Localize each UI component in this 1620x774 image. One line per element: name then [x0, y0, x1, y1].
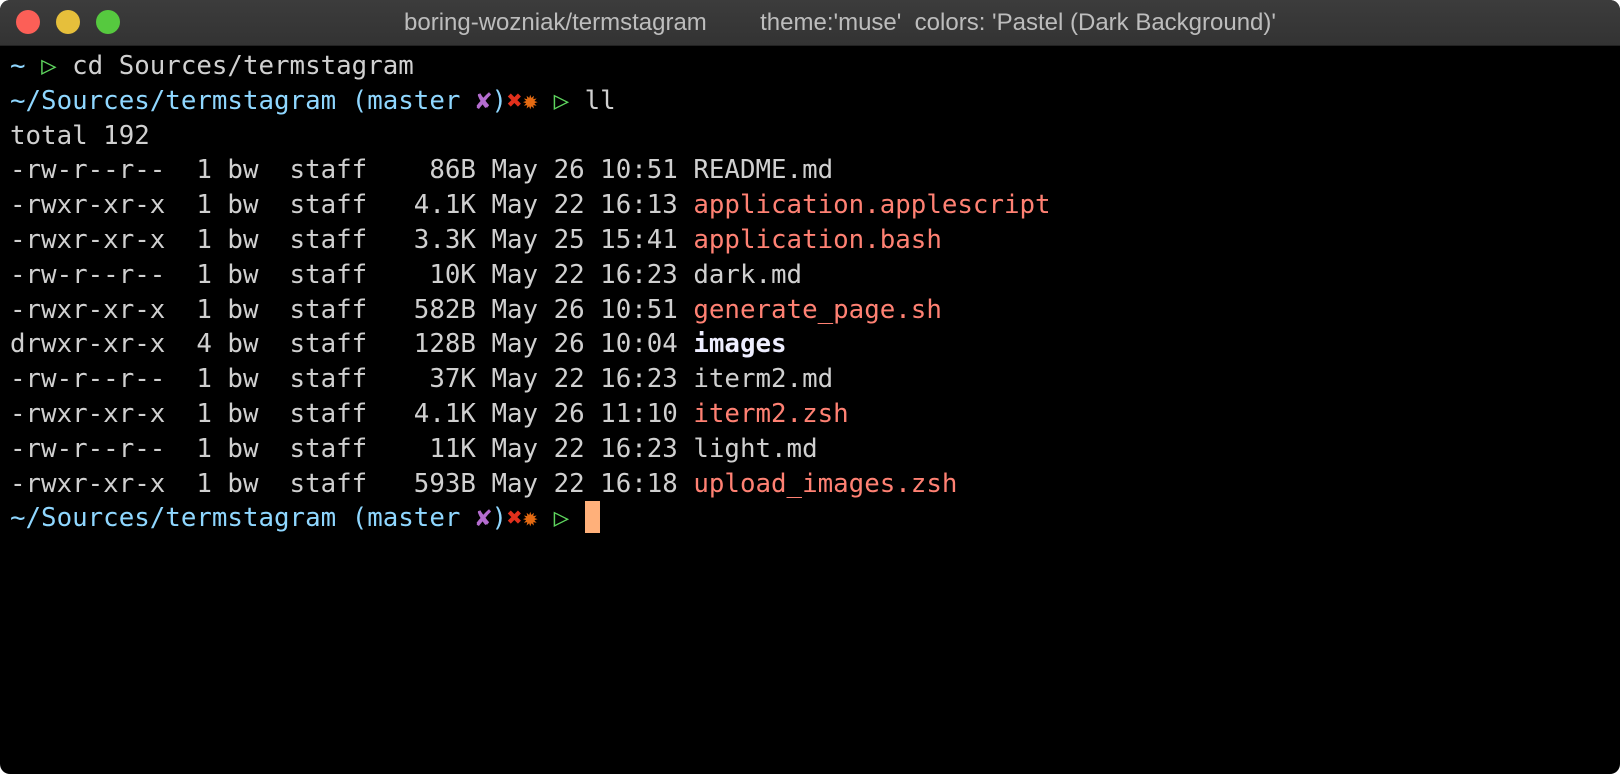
file-meta: drwxr-xr-x 4 bw staff 128B May 26 10:04 — [10, 329, 694, 360]
file-row: -rw-r--r-- 1 bw staff 10K May 22 16:23 d… — [10, 258, 1620, 293]
file-row: -rwxr-xr-x 1 bw staff 4.1K May 22 16:13 … — [10, 188, 1620, 223]
dirty-icon: ✘ — [475, 85, 492, 116]
cursor — [584, 500, 600, 533]
file-listing: -rw-r--r-- 1 bw staff 86B May 26 10:51 R… — [10, 153, 1620, 501]
file-meta: -rw-r--r-- 1 bw staff 10K May 22 16:23 — [10, 259, 694, 290]
total-line: total 192 — [10, 120, 150, 151]
prompt-line: ~ ▷ cd Sources/termstagram — [10, 49, 1620, 84]
terminal-output[interactable]: ~ ▷ cd Sources/termstagram ~/Sources/ter… — [0, 46, 1620, 536]
prompt-arrow-icon: ▷ — [41, 51, 57, 81]
error-icon: ✖ — [507, 503, 523, 534]
file-row: -rw-r--r-- 1 bw staff 86B May 26 10:51 R… — [10, 153, 1620, 188]
file-meta: -rwxr-xr-x 1 bw staff 593B May 22 16:18 — [10, 468, 694, 499]
error-icon: ✖ — [507, 85, 523, 116]
file-name: application.applescript — [693, 190, 1051, 221]
command: cd Sources/termstagram — [72, 51, 414, 81]
file-name: iterm2.md — [693, 364, 834, 395]
prompt-line: ~/Sources/termstagram (master ✘)✖✹ ▷ — [10, 500, 1620, 536]
file-name: README.md — [693, 155, 834, 186]
file-meta: -rwxr-xr-x 1 bw staff 4.1K May 26 11:10 — [10, 398, 694, 429]
git-branch-close: ) — [491, 503, 507, 534]
file-row: -rw-r--r-- 1 bw staff 11K May 22 16:23 l… — [10, 432, 1620, 467]
git-branch: (master — [351, 85, 476, 116]
file-meta: -rwxr-xr-x 1 bw staff 582B May 26 10:51 — [10, 294, 694, 325]
home-path: ~ — [10, 51, 26, 81]
title-bar: boring-wozniak/termstagram theme:'muse' … — [0, 0, 1620, 46]
git-branch: (master — [351, 503, 476, 534]
prompt-line: ~/Sources/termstagram (master ✘)✖✹ ▷ ll — [10, 84, 1620, 119]
file-name: dark.md — [693, 259, 803, 290]
file-name: generate_page.sh — [693, 294, 942, 325]
file-name: upload_images.zsh — [693, 468, 958, 499]
prompt-arrow-icon: ▷ — [553, 85, 570, 116]
window-title: boring-wozniak/termstagram theme:'muse' … — [404, 9, 1276, 36]
current-path: ~/Sources/termstagram — [10, 85, 337, 116]
stash-icon: ✹ — [522, 503, 539, 534]
file-meta: -rw-r--r-- 1 bw staff 86B May 26 10:51 — [10, 155, 694, 186]
dirty-icon: ✘ — [475, 503, 492, 534]
file-row: -rwxr-xr-x 1 bw staff 582B May 26 10:51 … — [10, 293, 1620, 328]
file-row: -rwxr-xr-x 1 bw staff 593B May 22 16:18 … — [10, 467, 1620, 502]
git-branch-close: ) — [491, 85, 507, 116]
file-meta: -rw-r--r-- 1 bw staff 37K May 22 16:23 — [10, 364, 694, 395]
current-path: ~/Sources/termstagram — [10, 503, 337, 534]
file-name: application.bash — [693, 224, 942, 255]
stash-icon: ✹ — [522, 85, 539, 116]
file-meta: -rwxr-xr-x 1 bw staff 3.3K May 25 15:41 — [10, 224, 694, 255]
file-name: light.md — [693, 433, 818, 464]
prompt-arrow-icon: ▷ — [553, 503, 570, 534]
file-meta: -rw-r--r-- 1 bw staff 11K May 22 16:23 — [10, 433, 694, 464]
file-name: images — [693, 329, 787, 360]
command: ll — [584, 85, 616, 116]
file-row: -rwxr-xr-x 1 bw staff 3.3K May 25 15:41 … — [10, 223, 1620, 258]
file-meta: -rwxr-xr-x 1 bw staff 4.1K May 22 16:13 — [10, 190, 694, 221]
file-row: drwxr-xr-x 4 bw staff 128B May 26 10:04 … — [10, 327, 1620, 362]
file-row: -rwxr-xr-x 1 bw staff 4.1K May 26 11:10 … — [10, 397, 1620, 432]
file-name: iterm2.zsh — [693, 398, 849, 429]
file-row: -rw-r--r-- 1 bw staff 37K May 22 16:23 i… — [10, 362, 1620, 397]
terminal-window: boring-wozniak/termstagram theme:'muse' … — [0, 0, 1620, 774]
